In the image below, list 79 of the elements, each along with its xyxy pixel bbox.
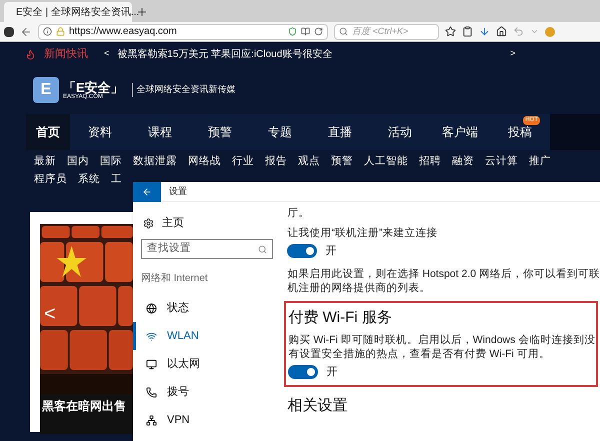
subnav-link[interactable]: 云计算 [485, 154, 518, 170]
nav-tab[interactable]: 预警 [190, 114, 250, 150]
nav-item[interactable]: WLAN [133, 322, 282, 350]
subnav-link[interactable]: 国内 [67, 154, 89, 170]
nav-tab[interactable]: 资料 [70, 114, 130, 150]
section-heading: 付费 Wi-Fi 服务 [288, 308, 393, 328]
subnav-link[interactable]: 推广 [529, 154, 551, 170]
setting-label: 让我使用“联机注册”来建立连接 [287, 226, 438, 240]
shield-icon[interactable] [288, 27, 297, 36]
url-text: https://www.easyaq.com [69, 25, 177, 39]
reload-icon[interactable] [314, 27, 323, 36]
subnav-link[interactable]: 报告 [265, 154, 287, 170]
info-icon[interactable] [43, 27, 52, 36]
toggle-label: 开 [326, 365, 338, 380]
nav-tab[interactable]: 专题 [250, 114, 310, 150]
nav-tab[interactable]: 课程 [130, 114, 190, 150]
logo-icon: E [33, 77, 59, 103]
subnav-link[interactable]: 行业 [232, 154, 254, 170]
carousel-prev-arrow[interactable]: < [44, 299, 56, 329]
nav-item[interactable]: 以太网 [133, 350, 282, 378]
home-icon[interactable] [496, 26, 507, 37]
description-text: 厅。 [287, 206, 310, 220]
clipboard-icon[interactable] [462, 26, 473, 37]
nav-tab[interactable]: 活动 [370, 114, 430, 150]
slide-headline[interactable]: 黑客在暗网出售 [40, 395, 126, 415]
section-heading: 相关设置 [287, 396, 348, 416]
subnav-link[interactable]: 国际 [100, 154, 122, 170]
toggle-switch[interactable] [287, 244, 318, 258]
subnav-link[interactable]: 程序员 [34, 172, 67, 188]
ticker-headline[interactable]: 被黑客勒索15万美元 苹果回应:iCloud账号很安全 [117, 46, 332, 62]
subnav-link[interactable]: 网络战 [188, 154, 221, 170]
address-field[interactable]: https://www.easyaq.com [38, 24, 328, 40]
back-icon [142, 186, 152, 196]
ticker-label: 新闻快讯 [44, 46, 88, 62]
item-icon [146, 358, 157, 370]
nav-tab[interactable]: 客户端 [430, 114, 490, 150]
nav-item[interactable]: 状态 [133, 294, 282, 322]
download-icon[interactable] [479, 26, 490, 37]
back-icon[interactable] [20, 26, 32, 38]
item-icon [146, 302, 157, 314]
prev-arrow[interactable]: < [104, 47, 110, 61]
search-placeholder: 查找设置 [147, 241, 191, 256]
toggle-switch[interactable] [288, 365, 318, 380]
window-title: 设置 [169, 184, 187, 198]
bookmark-star-icon[interactable] [445, 26, 456, 37]
logo-title: 「E安全」 [63, 80, 124, 94]
next-arrow[interactable]: > [510, 47, 516, 61]
item-icon [146, 414, 157, 426]
subnav-link[interactable]: 工 [111, 172, 122, 188]
search-placeholder: 百度 <Ctrl+K> [352, 24, 408, 38]
subnav-link[interactable]: 预警 [331, 154, 353, 170]
back-button[interactable] [133, 182, 161, 202]
item-icon [146, 330, 157, 342]
search-field[interactable]: 查找设置 [141, 239, 274, 259]
subnav-link[interactable]: 数据泄露 [133, 154, 177, 170]
subnav-link[interactable]: 招聘 [419, 154, 441, 170]
nav-tab[interactable]: 直播 [310, 114, 370, 150]
nav-item[interactable]: 拨号 [133, 378, 282, 406]
subnav-link[interactable]: 系统 [78, 172, 100, 188]
reader-icon[interactable] [301, 27, 310, 36]
subnav-link[interactable]: 观点 [298, 154, 320, 170]
tab-title: E安全 | 全球网络安全资讯... [16, 6, 140, 20]
site-slogan: 全球网络安全资讯新传媒 [132, 83, 236, 97]
settings-icon [143, 218, 154, 228]
subnav-link[interactable]: 最新 [34, 154, 56, 170]
toggle-label: 开 [325, 244, 336, 259]
home-link[interactable]: 主页 [162, 214, 184, 232]
nav-item[interactable]: VPN [133, 406, 282, 434]
nav-tab[interactable]: 首页 [26, 114, 70, 150]
extension-icon[interactable] [4, 26, 14, 36]
search-icon [258, 244, 268, 254]
item-icon [146, 386, 157, 398]
description-text: 如果启用此设置，则在选择 Hotspot 2.0 网络后，你可以看到可联 机注册的网络提供商的列表。 [287, 266, 600, 294]
description-text: 购买 Wi-Fi 即可随时联机。启用以后，Windows 会临时连接到没 有设置安全措施的热点，查看是否有付费 Wi-Fi 可用。 [288, 333, 596, 361]
search-icon [339, 27, 348, 36]
flame-icon [25, 48, 36, 60]
section-header: 网络和 Internet [140, 272, 209, 286]
subnav-link[interactable]: 融资 [452, 154, 474, 170]
subnav-link[interactable]: 人工智能 [364, 154, 408, 170]
